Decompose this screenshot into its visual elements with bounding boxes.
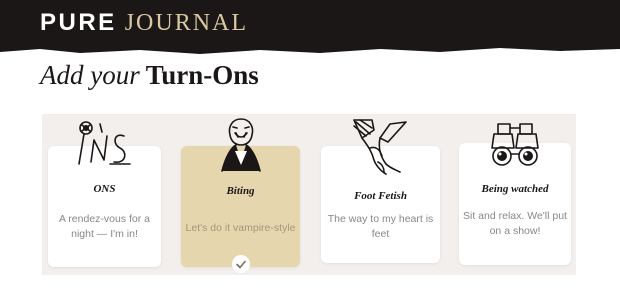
feet-icon — [353, 119, 407, 175]
brand-word-journal: JOURNAL — [124, 10, 249, 36]
card-description: A rendez-vous for a night — I'm in! — [58, 213, 151, 240]
card-title: Foot Fetish — [354, 190, 407, 202]
card-title: Biting — [226, 185, 255, 197]
header-torn-edge — [0, 40, 620, 54]
card-title: Being watched — [481, 183, 549, 195]
page-title-prefix: Add your — [40, 60, 140, 90]
binoculars-icon — [491, 123, 539, 166]
vampire-icon — [221, 118, 261, 172]
card-description: Let's do it vampire-style — [185, 222, 296, 234]
brand-word-pure: PURE — [40, 9, 117, 36]
brand-logo[interactable]: PURE JOURNAL — [40, 9, 248, 37]
card-description: The way to my heart is feet — [327, 213, 434, 240]
page-title: Add your Turn-Ons — [40, 60, 259, 91]
ons-lettering-icon — [78, 121, 131, 165]
card-title: ONS — [93, 183, 116, 195]
card-description: Sit and relax. We'll put on a show! — [463, 210, 567, 237]
page-title-emphasis: Turn-Ons — [145, 60, 259, 90]
selected-check-icon — [232, 255, 250, 273]
